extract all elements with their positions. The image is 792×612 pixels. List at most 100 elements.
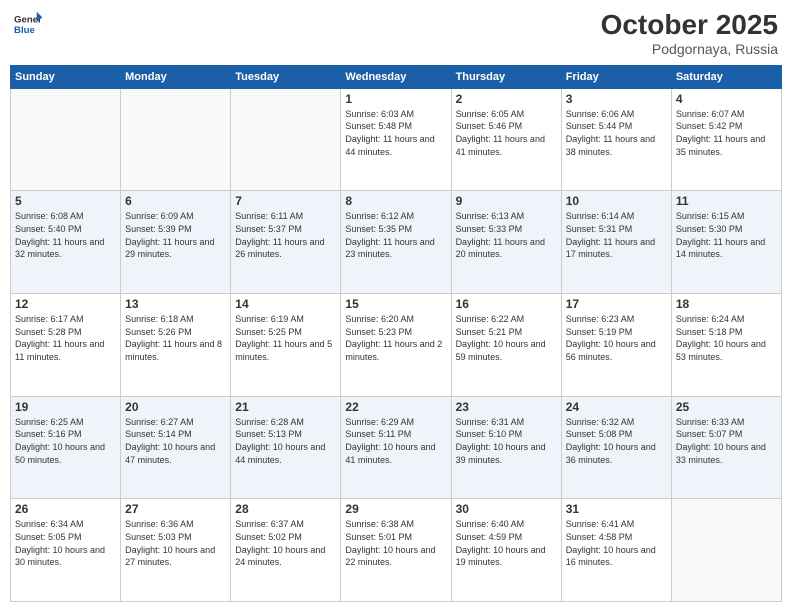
day-info: Sunrise: 6:31 AM Sunset: 5:10 PM Dayligh… [456,416,557,466]
day-info: Sunrise: 6:06 AM Sunset: 5:44 PM Dayligh… [566,108,667,158]
day-info: Sunrise: 6:38 AM Sunset: 5:01 PM Dayligh… [345,518,446,568]
calendar-cell: 6 Sunrise: 6:09 AM Sunset: 5:39 PM Daylig… [121,191,231,294]
day-info: Sunrise: 6:23 AM Sunset: 5:19 PM Dayligh… [566,313,667,363]
calendar-cell: 11Sunrise: 6:15 AM Sunset: 5:30 PM Dayli… [671,191,781,294]
day-number: 13 [125,297,226,311]
day-info: Sunrise: 6:25 AM Sunset: 5:16 PM Dayligh… [15,416,116,466]
day-info: Sunrise: 6:05 AM Sunset: 5:46 PM Dayligh… [456,108,557,158]
day-number: 15 [345,297,446,311]
day-info: Sunrise: 6:37 AM Sunset: 5:02 PM Dayligh… [235,518,336,568]
header: General Blue October 2025 Podgornaya, Ru… [10,10,782,57]
calendar-cell: 18 Sunrise: 6:24 AM Sunset: 5:18 PM Dayli… [671,294,781,397]
day-info: Sunrise: 6:20 AM Sunset: 5:23 PM Dayligh… [345,313,446,363]
day-info: Sunrise: 6:19 AM Sunset: 5:25 PM Dayligh… [235,313,336,363]
day-info: Sunrise: 6:33 AM Sunset: 5:07 PM Dayligh… [676,416,777,466]
day-number: 30 [456,502,557,516]
calendar-cell: 1Sunrise: 6:03 AM Sunset: 5:48 PM Daylig… [341,88,451,191]
day-info: Sunrise: 6:27 AM Sunset: 5:14 PM Dayligh… [125,416,226,466]
calendar-cell: 12Sunrise: 6:17 AM Sunset: 5:28 PM Dayli… [11,294,121,397]
calendar-cell: 25 Sunrise: 6:33 AM Sunset: 5:07 PM Dayli… [671,396,781,499]
day-number: 25 [676,400,777,414]
day-info: Sunrise: 6:24 AM Sunset: 5:18 PM Dayligh… [676,313,777,363]
day-info: Sunrise: 6:11 AM Sunset: 5:37 PM Dayligh… [235,210,336,260]
calendar-cell: 5 Sunrise: 6:08 AM Sunset: 5:40 PM Daylig… [11,191,121,294]
day-number: 10 [566,194,667,208]
day-number: 7 [235,194,336,208]
calendar-table: Sunday Monday Tuesday Wednesday Thursday… [10,65,782,602]
day-number: 23 [456,400,557,414]
calendar-cell: 24Sunrise: 6:32 AM Sunset: 5:08 PM Dayli… [561,396,671,499]
day-info: Sunrise: 6:13 AM Sunset: 5:33 PM Dayligh… [456,210,557,260]
calendar-cell: 23 Sunrise: 6:31 AM Sunset: 5:10 PM Dayli… [451,396,561,499]
calendar-cell: 3 Sunrise: 6:06 AM Sunset: 5:44 PM Daylig… [561,88,671,191]
day-number: 20 [125,400,226,414]
day-number: 1 [345,92,446,106]
day-info: Sunrise: 6:09 AM Sunset: 5:39 PM Dayligh… [125,210,226,260]
calendar-week-row: 26Sunrise: 6:34 AM Sunset: 5:05 PM Dayli… [11,499,782,602]
calendar-week-row: 1Sunrise: 6:03 AM Sunset: 5:48 PM Daylig… [11,88,782,191]
header-thursday: Thursday [451,65,561,88]
calendar-cell [231,88,341,191]
header-wednesday: Wednesday [341,65,451,88]
header-monday: Monday [121,65,231,88]
day-info: Sunrise: 6:36 AM Sunset: 5:03 PM Dayligh… [125,518,226,568]
day-info: Sunrise: 6:40 AM Sunset: 4:59 PM Dayligh… [456,518,557,568]
calendar-cell: 14 Sunrise: 6:19 AM Sunset: 5:25 PM Dayli… [231,294,341,397]
calendar-week-row: 19 Sunrise: 6:25 AM Sunset: 5:16 PM Dayli… [11,396,782,499]
day-info: Sunrise: 6:41 AM Sunset: 4:58 PM Dayligh… [566,518,667,568]
calendar-cell: 2 Sunrise: 6:05 AM Sunset: 5:46 PM Daylig… [451,88,561,191]
day-number: 12 [15,297,116,311]
day-info: Sunrise: 6:18 AM Sunset: 5:26 PM Dayligh… [125,313,226,363]
day-info: Sunrise: 6:28 AM Sunset: 5:13 PM Dayligh… [235,416,336,466]
day-number: 19 [15,400,116,414]
day-number: 17 [566,297,667,311]
day-number: 6 [125,194,226,208]
day-number: 4 [676,92,777,106]
day-number: 18 [676,297,777,311]
calendar-cell: 29 Sunrise: 6:38 AM Sunset: 5:01 PM Dayli… [341,499,451,602]
calendar-cell [671,499,781,602]
day-info: Sunrise: 6:07 AM Sunset: 5:42 PM Dayligh… [676,108,777,158]
day-number: 3 [566,92,667,106]
calendar-cell: 17 Sunrise: 6:23 AM Sunset: 5:19 PM Dayli… [561,294,671,397]
day-number: 2 [456,92,557,106]
day-number: 22 [345,400,446,414]
weekday-header-row: Sunday Monday Tuesday Wednesday Thursday… [11,65,782,88]
svg-text:Blue: Blue [14,25,35,36]
calendar-cell: 15 Sunrise: 6:20 AM Sunset: 5:23 PM Dayli… [341,294,451,397]
header-tuesday: Tuesday [231,65,341,88]
day-info: Sunrise: 6:08 AM Sunset: 5:40 PM Dayligh… [15,210,116,260]
day-info: Sunrise: 6:34 AM Sunset: 5:05 PM Dayligh… [15,518,116,568]
title-block: October 2025 Podgornaya, Russia [601,10,778,57]
header-sunday: Sunday [11,65,121,88]
calendar-cell: 4 Sunrise: 6:07 AM Sunset: 5:42 PM Daylig… [671,88,781,191]
day-info: Sunrise: 6:12 AM Sunset: 5:35 PM Dayligh… [345,210,446,260]
logo: General Blue [14,10,42,38]
day-number: 24 [566,400,667,414]
calendar-cell: 20 Sunrise: 6:27 AM Sunset: 5:14 PM Dayli… [121,396,231,499]
month-title: October 2025 [601,10,778,41]
logo-icon: General Blue [14,10,42,38]
day-info: Sunrise: 6:15 AM Sunset: 5:30 PM Dayligh… [676,210,777,260]
calendar-week-row: 5 Sunrise: 6:08 AM Sunset: 5:40 PM Daylig… [11,191,782,294]
day-number: 9 [456,194,557,208]
calendar-cell: 19 Sunrise: 6:25 AM Sunset: 5:16 PM Dayli… [11,396,121,499]
calendar-cell: 28Sunrise: 6:37 AM Sunset: 5:02 PM Dayli… [231,499,341,602]
day-number: 29 [345,502,446,516]
calendar-cell: 31 Sunrise: 6:41 AM Sunset: 4:58 PM Dayli… [561,499,671,602]
day-number: 14 [235,297,336,311]
header-friday: Friday [561,65,671,88]
day-info: Sunrise: 6:14 AM Sunset: 5:31 PM Dayligh… [566,210,667,260]
day-number: 8 [345,194,446,208]
calendar-cell: 7 Sunrise: 6:11 AM Sunset: 5:37 PM Daylig… [231,191,341,294]
day-info: Sunrise: 6:22 AM Sunset: 5:21 PM Dayligh… [456,313,557,363]
day-number: 31 [566,502,667,516]
calendar-cell: 30 Sunrise: 6:40 AM Sunset: 4:59 PM Dayli… [451,499,561,602]
calendar-cell: 8 Sunrise: 6:12 AM Sunset: 5:35 PM Daylig… [341,191,451,294]
calendar-cell: 13 Sunrise: 6:18 AM Sunset: 5:26 PM Dayli… [121,294,231,397]
calendar-cell: 9 Sunrise: 6:13 AM Sunset: 5:33 PM Daylig… [451,191,561,294]
day-number: 27 [125,502,226,516]
header-saturday: Saturday [671,65,781,88]
calendar-cell: 21Sunrise: 6:28 AM Sunset: 5:13 PM Dayli… [231,396,341,499]
day-number: 5 [15,194,116,208]
